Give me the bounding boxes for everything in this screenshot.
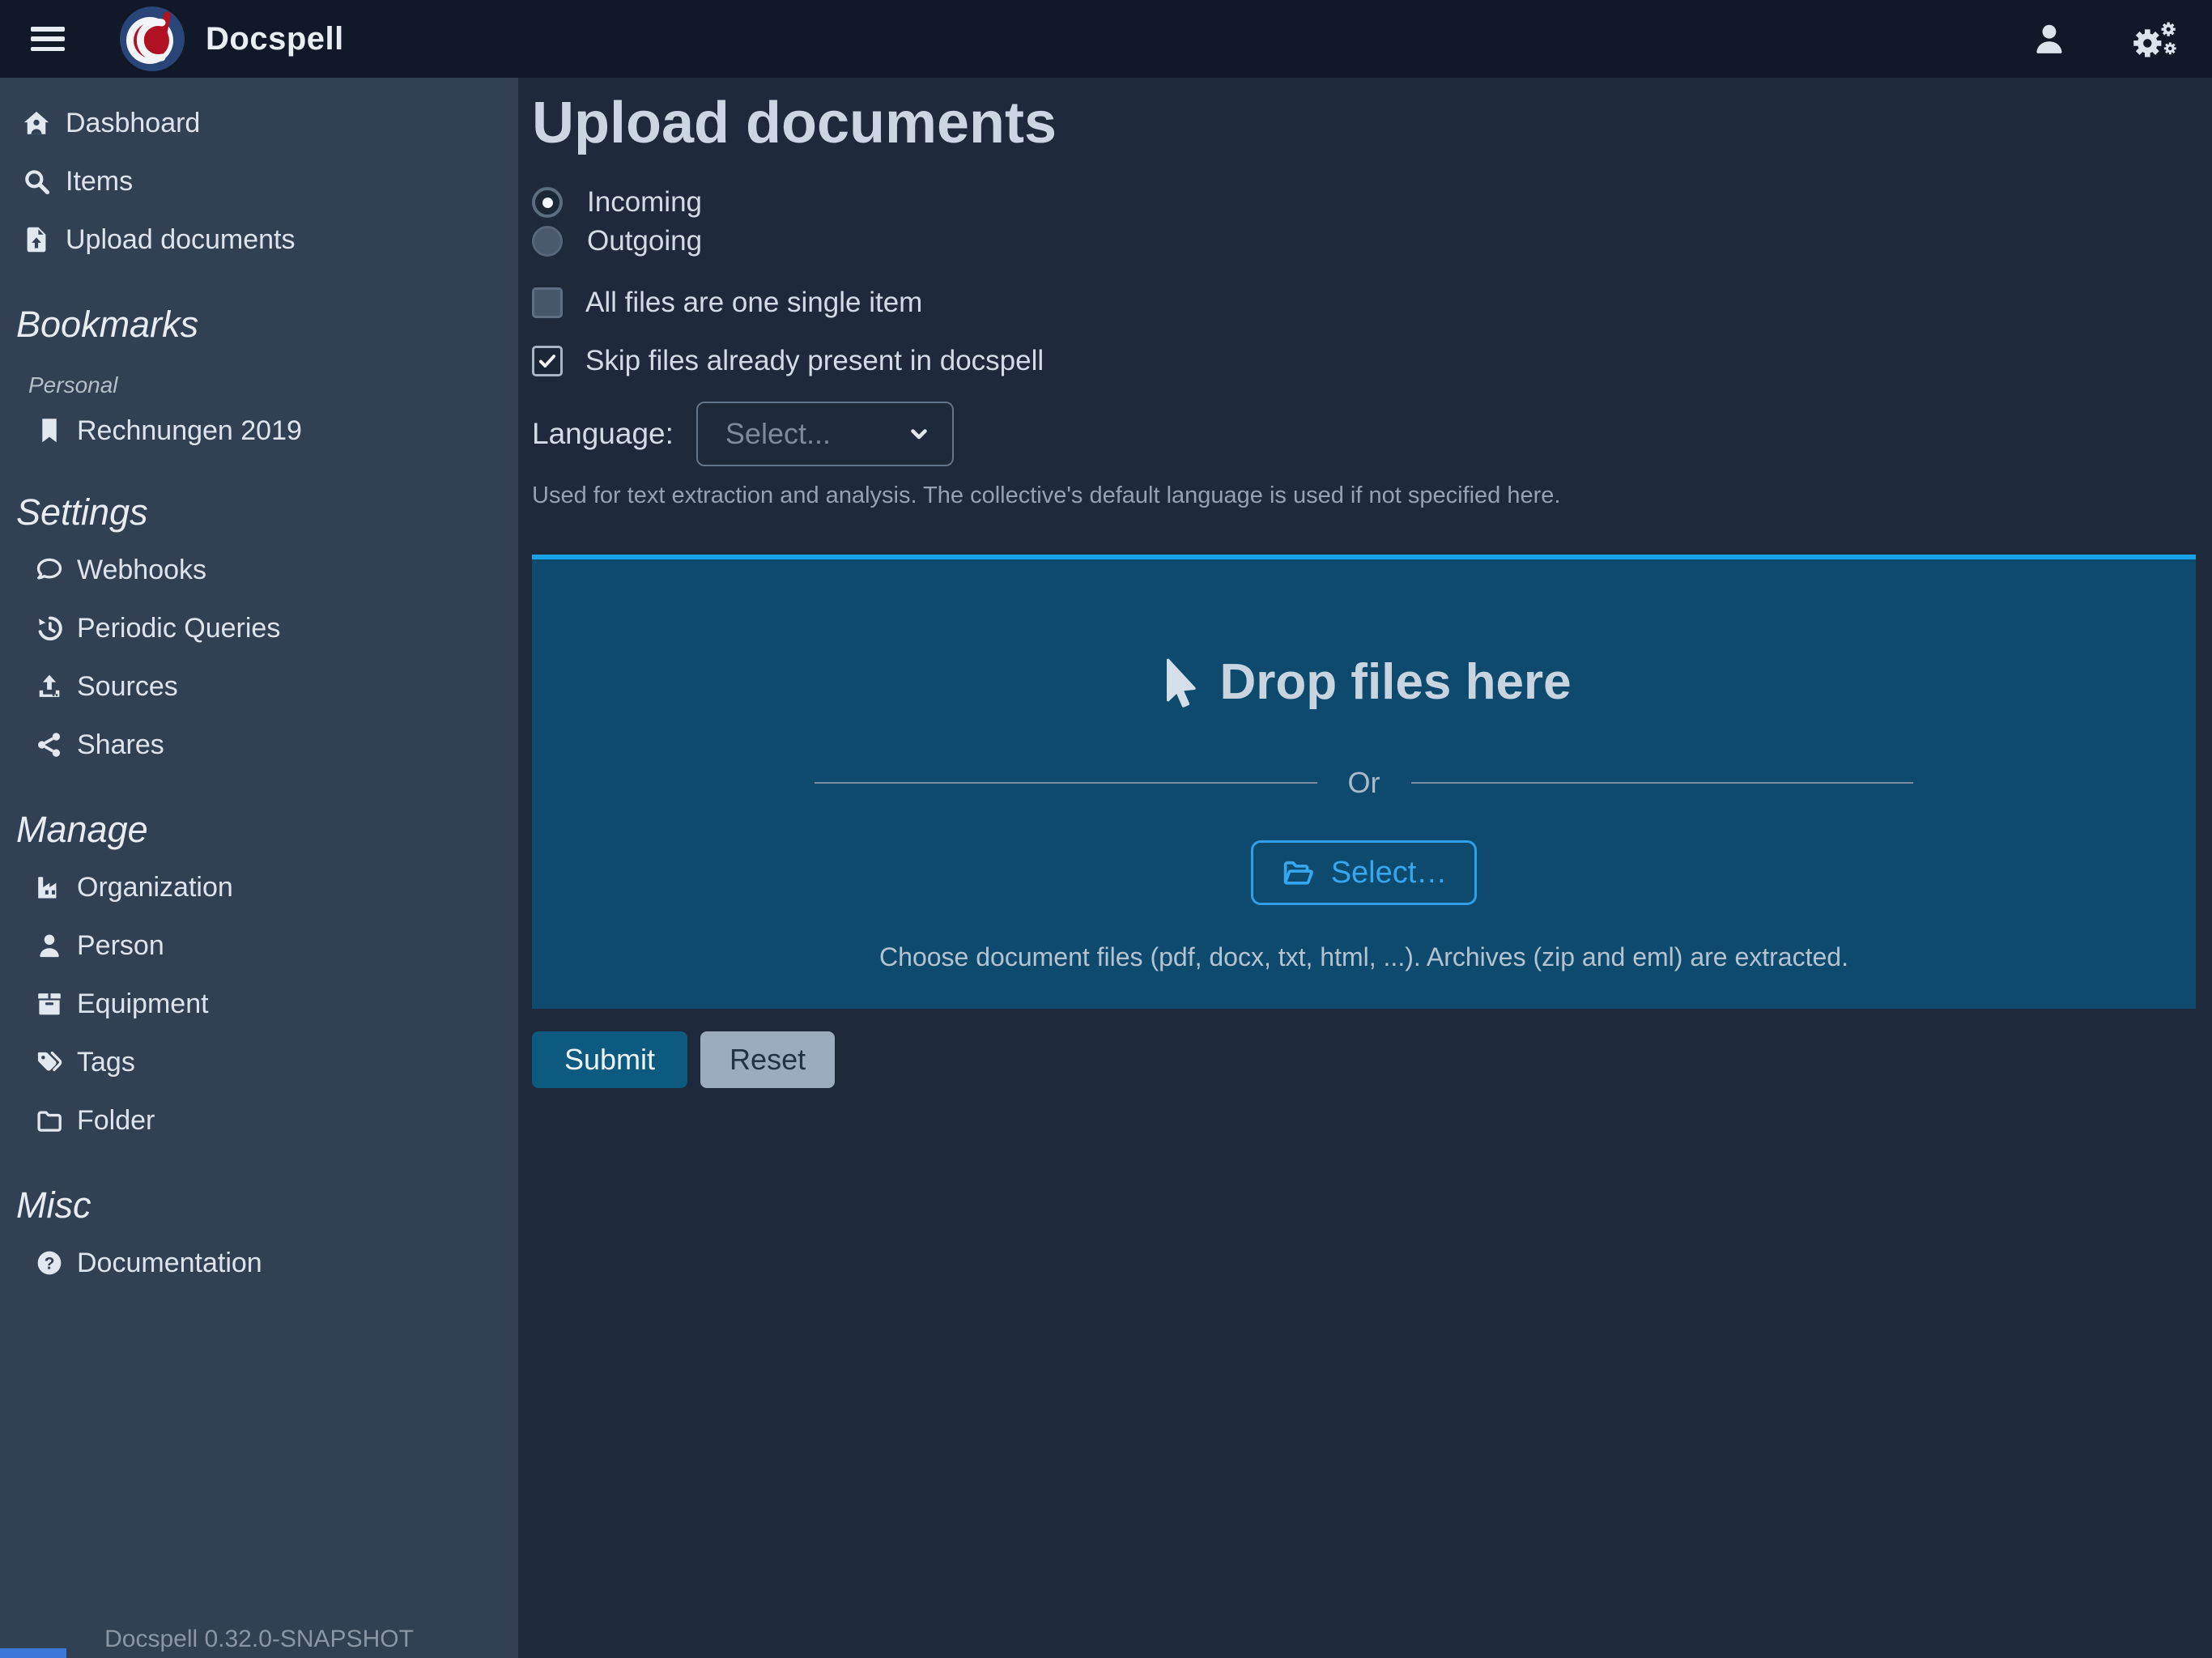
sidebar-item-label: Organization	[77, 872, 233, 903]
horizontal-scrollbar-thumb[interactable]	[0, 1648, 66, 1658]
radio-label: Incoming	[587, 186, 702, 219]
search-icon	[20, 165, 53, 198]
person-icon	[33, 929, 66, 962]
sidebar-item-periodic-queries[interactable]: Periodic Queries	[0, 599, 518, 657]
sidebar-section-settings: Settings	[0, 484, 518, 541]
sidebar-item-sources[interactable]: Sources	[0, 657, 518, 716]
select-files-label: Select…	[1331, 856, 1448, 891]
sidebar-section-manage: Manage	[0, 801, 518, 858]
sidebar-item-label: Equipment	[77, 988, 209, 1020]
or-divider: Or	[815, 766, 1912, 800]
user-account-icon[interactable]	[2031, 20, 2068, 57]
radio-label: Outgoing	[587, 225, 702, 257]
box-icon	[33, 988, 66, 1020]
checkbox-unchecked-icon[interactable]	[532, 287, 563, 318]
sidebar-item-shares[interactable]: Shares	[0, 716, 518, 774]
tags-icon	[33, 1046, 66, 1078]
home-icon	[20, 107, 53, 139]
sidebar-item-label: Webhooks	[77, 555, 206, 586]
language-row: Language: Select...	[532, 402, 2196, 466]
language-hint: Used for text extraction and analysis. T…	[532, 483, 2196, 509]
sidebar-item-label: Documentation	[77, 1248, 262, 1279]
comment-icon	[33, 554, 66, 586]
sidebar-item-bookmark[interactable]: Rechnungen 2019	[0, 405, 518, 457]
topbar: Docspell	[0, 0, 2212, 78]
topbar-actions	[2031, 19, 2188, 58]
submit-button[interactable]: Submit	[532, 1031, 687, 1088]
sidebar-item-folder[interactable]: Folder	[0, 1091, 518, 1150]
language-select[interactable]: Select...	[696, 402, 954, 466]
checkbox-label: Skip files already present in docspell	[585, 345, 1044, 377]
docspell-logo	[120, 6, 185, 71]
direction-radio-group: Incoming Outgoing	[532, 183, 2196, 261]
chevron-down-icon	[907, 422, 931, 446]
sidebar-item-equipment[interactable]: Equipment	[0, 975, 518, 1033]
checkbox-skip-duplicates[interactable]: Skip files already present in docspell	[532, 343, 2196, 379]
history-icon	[33, 612, 66, 644]
sidebar-item-label: Shares	[77, 729, 164, 761]
settings-gears-icon[interactable]	[2133, 19, 2178, 58]
divider-label: Or	[1348, 766, 1380, 800]
share-nodes-icon	[33, 729, 66, 761]
folder-open-icon	[1281, 856, 1315, 890]
sidebar-item-label: Items	[66, 166, 133, 198]
sidebar-item-tags[interactable]: Tags	[0, 1033, 518, 1091]
page-title: Upload documents	[532, 91, 2196, 155]
radio-incoming[interactable]: Incoming	[532, 183, 2196, 222]
sidebar-item-dashboard[interactable]: Dasbhoard	[0, 94, 518, 152]
sidebar-item-webhooks[interactable]: Webhooks	[0, 541, 518, 599]
sidebar-item-label: Folder	[77, 1105, 155, 1137]
select-files-button[interactable]: Select…	[1251, 840, 1478, 905]
radio-outgoing[interactable]: Outgoing	[532, 222, 2196, 261]
bookmark-icon	[33, 414, 66, 447]
sidebar-item-label: Rechnungen 2019	[77, 415, 302, 447]
dropzone-title: Drop files here	[1156, 653, 1571, 711]
checkbox-label: All files are one single item	[585, 287, 922, 319]
sidebar-item-label: Person	[77, 930, 164, 962]
mouse-pointer-icon	[1156, 657, 1202, 708]
sidebar-item-person[interactable]: Person	[0, 916, 518, 975]
form-actions: Submit Reset	[532, 1031, 2196, 1088]
checkbox-single-item[interactable]: All files are one single item	[532, 285, 2196, 321]
sidebar-section-bookmarks: Bookmarks	[0, 296, 518, 353]
question-circle-icon: ?	[33, 1247, 66, 1279]
divider-line	[815, 782, 1317, 784]
language-label: Language:	[532, 417, 674, 451]
menu-icon[interactable]	[31, 27, 65, 51]
sidebar-item-label: Tags	[77, 1047, 135, 1078]
sidebar-item-label: Periodic Queries	[77, 613, 280, 644]
svg-text:?: ?	[45, 1255, 55, 1273]
sidebar-item-label: Upload documents	[66, 224, 296, 256]
sidebar-item-documentation[interactable]: ? Documentation	[0, 1234, 518, 1292]
checkbox-checked-icon[interactable]	[532, 346, 563, 376]
bookmark-group-label: Personal	[0, 366, 518, 405]
reset-button[interactable]: Reset	[700, 1031, 835, 1088]
radio-unselected-icon[interactable]	[532, 226, 563, 257]
dropzone-description: Choose document files (pdf, docx, txt, h…	[879, 942, 1848, 972]
app-title: Docspell	[206, 21, 344, 57]
industry-icon	[33, 871, 66, 903]
upload-icon	[33, 670, 66, 703]
sidebar-item-label: Dasbhoard	[66, 108, 200, 139]
sidebar-item-upload-documents[interactable]: Upload documents	[0, 210, 518, 269]
sidebar-item-label: Sources	[77, 671, 178, 703]
file-upload-icon	[20, 223, 53, 256]
sidebar-section-misc: Misc	[0, 1177, 518, 1234]
sidebar-item-items[interactable]: Items	[0, 152, 518, 210]
file-dropzone[interactable]: Drop files here Or Select… Choose docume…	[532, 555, 2196, 1009]
sidebar: Dasbhoard Items Upload documents Bookmar…	[0, 78, 518, 1658]
app-version: Docspell 0.32.0-SNAPSHOT	[0, 1626, 518, 1653]
docspell-app: Docspell	[0, 0, 2212, 1658]
radio-selected-icon[interactable]	[532, 187, 563, 218]
upload-page: Upload documents Incoming Outgoing All f…	[518, 78, 2212, 1658]
divider-line	[1411, 782, 1913, 784]
sidebar-item-organization[interactable]: Organization	[0, 858, 518, 916]
folder-icon	[33, 1104, 66, 1137]
language-select-value: Select...	[725, 417, 907, 451]
